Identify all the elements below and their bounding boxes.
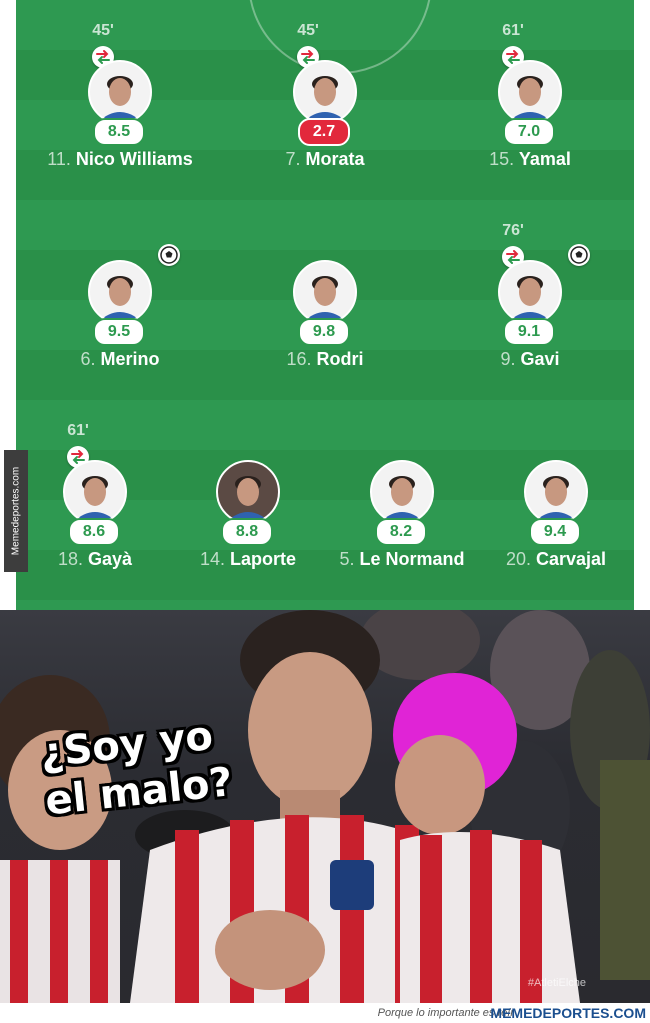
sub-minute: 61' (502, 22, 524, 39)
player-number: 5. (339, 549, 355, 569)
sub-minute: 61' (67, 422, 89, 439)
player-name: 20. Carvajal (446, 549, 634, 570)
player-name-text: Merino (100, 349, 160, 369)
player-number: 14. (199, 549, 225, 569)
player-card[interactable]: 8.2 5. Le Normand (317, 416, 487, 569)
player-avatar (524, 460, 588, 524)
player-name-text: Yamal (518, 149, 571, 169)
player-number: 15. (489, 149, 515, 169)
watermark-strip: Memedeportes.com (4, 450, 28, 572)
player-avatar (370, 460, 434, 524)
player-name-text: Laporte (230, 549, 297, 569)
soccer-ball-icon (158, 244, 180, 266)
player-number: 6. (80, 349, 96, 369)
player-number: 7. (285, 149, 301, 169)
player-rating: 8.5 (93, 118, 145, 146)
sub-minute: 76' (502, 222, 524, 239)
player-number: 11. (47, 149, 71, 169)
player-avatar (88, 260, 152, 324)
sub-minute: 45' (92, 22, 114, 39)
player-avatar (293, 260, 357, 324)
player-rating: 8.6 (68, 518, 120, 546)
player-name: 16. Rodri (215, 349, 435, 370)
player-avatar (498, 260, 562, 324)
player-name-text: Morata (305, 149, 365, 169)
player-card[interactable]: 45' 2.7 7. Morata (240, 16, 410, 169)
meme-caption: ¿Soy yo el malo? (38, 710, 235, 825)
player-number: 9. (500, 349, 516, 369)
player-rating: 9.4 (529, 518, 581, 546)
watermark-text: Memedeportes.com (10, 466, 22, 556)
player-card[interactable]: 76' 9.1 9. Gavi (445, 216, 615, 369)
player-avatar (293, 60, 357, 124)
player-card[interactable]: 9.4 20. Carvajal (471, 416, 634, 569)
player-name: 6. Merino (16, 349, 230, 370)
soccer-ball-icon (568, 244, 590, 266)
footer: Porque lo importante es reír MEMEDEPORTE… (0, 1003, 650, 1023)
player-card[interactable]: 45' 8.5 11. Nico Williams (35, 16, 205, 169)
player-card[interactable]: 61' 7.0 15. Yamal (445, 16, 615, 169)
player-avatar (498, 60, 562, 124)
player-name: 7. Morata (215, 149, 435, 170)
pitch: 45' 8.5 11. Nico Williams 45' 2.7 7. Morata 61… (16, 0, 634, 610)
meme-photo: ¿Soy yo el malo? #AtletiElche (0, 610, 650, 1003)
player-name-text: Gayà (88, 549, 133, 569)
player-name-text: Nico Williams (75, 149, 193, 169)
player-rating: 9.5 (93, 318, 145, 346)
player-avatar (216, 460, 280, 524)
player-name-text: Gavi (520, 349, 560, 369)
player-number: 16. (286, 349, 312, 369)
player-rating: 8.2 (375, 518, 427, 546)
player-number: 18. (57, 549, 83, 569)
hashtag: #AtletiElche (527, 977, 586, 989)
player-name: 11. Nico Williams (16, 149, 230, 170)
player-number: 20. (505, 549, 531, 569)
sub-minute: 45' (297, 22, 319, 39)
player-name: 15. Yamal (420, 149, 634, 170)
player-rating: 8.8 (221, 518, 273, 546)
player-rating: 9.1 (503, 318, 555, 346)
player-rating: 7.0 (503, 118, 555, 146)
player-card[interactable]: 61' 8.6 18. Gayà (16, 416, 180, 569)
player-avatar (88, 60, 152, 124)
player-name: 9. Gavi (420, 349, 634, 370)
player-rating: 2.7 (298, 118, 350, 146)
player-card[interactable]: 8.8 14. Laporte (163, 416, 333, 569)
lineup-panel: 45' 8.5 11. Nico Williams 45' 2.7 7. Morata 61… (0, 0, 650, 610)
player-name-text: Carvajal (535, 549, 607, 569)
player-rating: 9.8 (298, 318, 350, 346)
player-avatar (63, 460, 127, 524)
footer-site-link[interactable]: MEMEDEPORTES.COM (490, 1005, 646, 1021)
player-card[interactable]: 9.5 6. Merino (35, 216, 205, 369)
player-name-text: Rodri (316, 349, 364, 369)
player-card[interactable]: 9.8 16. Rodri (240, 216, 410, 369)
